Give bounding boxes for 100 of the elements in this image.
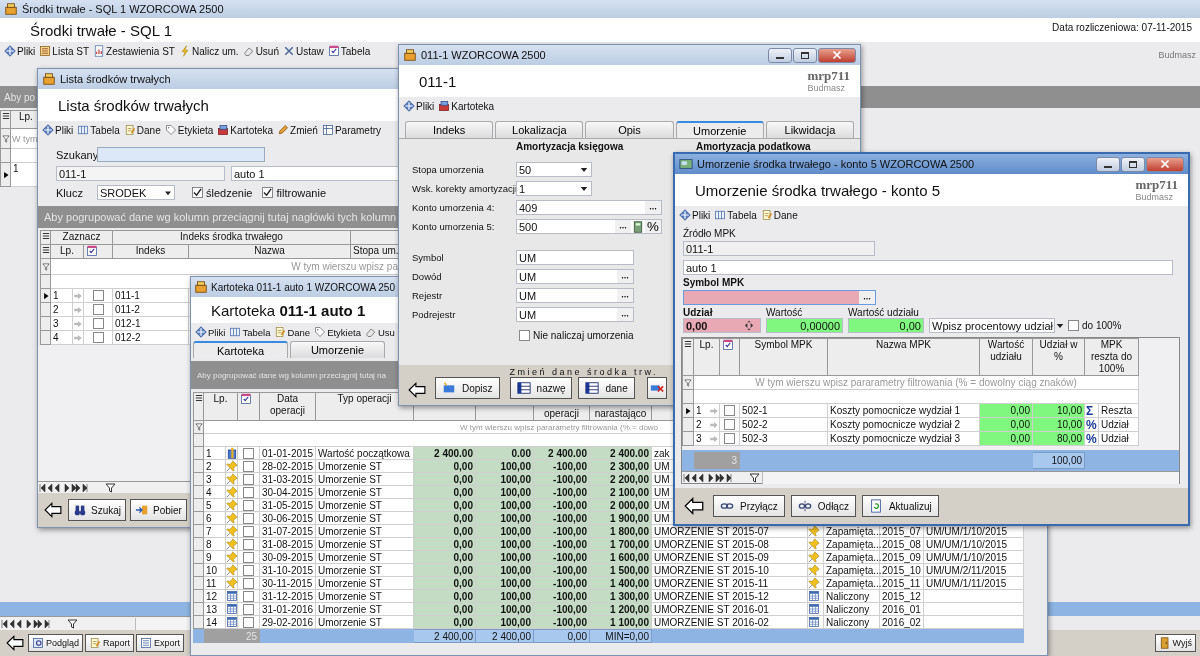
checkbox[interactable] [243,603,254,615]
tab[interactable]: Opis [585,121,674,138]
checkbox[interactable] [519,330,530,341]
toolbar-button[interactable]: Nalicz um. [178,45,239,57]
toolbar-button[interactable]: Lista ST [39,45,90,57]
share-amount-field[interactable]: 0,00 [848,318,924,333]
search-field[interactable] [97,147,265,162]
button[interactable]: dane [578,377,635,399]
toolbar-button[interactable]: Zmień [277,124,318,136]
navigator-buttons-drawing[interactable] [682,472,762,483]
toolbar-button[interactable]: Usuń [242,45,279,57]
toolbar-button[interactable]: Kartoteka [438,100,495,112]
share-field[interactable]: 0,00 [683,318,761,333]
add-button[interactable]: Dopisz [435,377,500,399]
checkbox[interactable] [192,187,203,198]
button[interactable]: Aktualizuj [861,495,939,517]
name-field[interactable]: auto 1 [231,166,399,181]
checkbox[interactable] [724,433,735,445]
back-arrow-icon[interactable] [4,634,26,652]
toolbar-button[interactable]: Parametry [321,124,382,136]
checkbox[interactable] [243,577,254,589]
input-field[interactable]: UM [516,250,634,265]
toolbar-button[interactable]: Tabela [327,45,371,57]
checkbox[interactable] [243,460,254,472]
index-field[interactable]: 011-1 [56,166,225,181]
checkbox[interactable] [243,564,254,576]
checkbox[interactable] [724,405,735,417]
close-button[interactable] [1146,156,1184,172]
button[interactable]: Odłącz [790,495,856,517]
tab[interactable]: Umorzenie [290,341,385,358]
calculator-icon[interactable] [632,220,644,233]
delete-button[interactable] [646,377,667,399]
dropdown[interactable]: 1 [516,181,592,196]
toolbar-button[interactable]: Tabela [229,326,271,338]
toolbar-button[interactable]: Etykieta [164,124,214,136]
toolbar-button[interactable]: Pliki [403,100,435,112]
button[interactable]: Wyjś [1154,634,1196,652]
lookup-button[interactable] [617,308,633,321]
button[interactable]: Przyłącz [713,495,785,517]
checkbox[interactable] [243,499,254,511]
amount-field[interactable]: 0,00000 [766,318,843,333]
toolbar-button[interactable]: Tabela [714,209,757,221]
input-field[interactable]: 409 [516,200,662,215]
toolbar-button[interactable]: Ustaw [283,45,324,57]
toolbar-button[interactable]: Etykieta [314,326,361,338]
lookup-button[interactable] [859,291,875,304]
checkbox[interactable] [243,512,254,524]
button[interactable]: Podgląd [28,634,84,652]
minimize-button[interactable] [768,47,792,63]
checkbox[interactable] [243,473,254,485]
lookup-button[interactable] [617,289,633,302]
dropdown[interactable]: 50 [516,162,592,177]
checkbox[interactable] [92,332,104,344]
source-name-field[interactable]: auto 1 [683,260,1173,275]
tab[interactable]: Lokalizacja [495,121,584,138]
lookup-button[interactable] [617,270,633,283]
navigator-buttons-drawing[interactable] [0,618,80,629]
toolbar-button[interactable]: Tabela [77,124,120,136]
toolbar-button[interactable]: Dane [274,326,311,338]
source-code-field[interactable]: 011-1 [683,241,875,256]
navigator-buttons-drawing[interactable] [38,482,118,493]
checkbox[interactable] [724,419,735,431]
checkbox[interactable] [92,290,104,302]
toolbar-button[interactable]: Pliki [4,45,36,57]
toolbar-button[interactable]: Pliki [679,209,711,221]
input-field[interactable]: 500 % [516,219,662,234]
lookup-button[interactable] [645,201,661,214]
checkbox[interactable] [1068,320,1079,331]
button[interactable]: Szukaj [68,499,126,521]
toolbar-button[interactable]: Usu [364,326,395,338]
toolbar-button[interactable]: Dane [760,209,798,221]
tab[interactable]: Indeks [405,121,494,138]
checkbox[interactable] [243,447,254,459]
tab[interactable]: Kartoteka [193,341,288,358]
button[interactable]: Export [136,634,185,652]
button[interactable]: nazwę [509,377,573,399]
lookup-button[interactable] [615,220,631,233]
key-dropdown[interactable]: SRODEK [97,185,175,200]
checkbox[interactable] [243,616,254,628]
checkbox[interactable] [243,486,254,498]
close-button[interactable] [818,47,856,63]
button[interactable]: Raport [85,634,135,652]
checkbox[interactable] [243,590,254,602]
checkbox[interactable] [92,304,104,316]
input-field[interactable]: UM [516,288,634,303]
button[interactable]: Pobier [130,499,187,521]
tab[interactable]: Likwidacja [765,121,854,138]
minimize-button[interactable] [1096,156,1120,172]
input-field[interactable]: UM [516,269,634,284]
checkbox[interactable] [243,551,254,563]
toolbar-button[interactable]: Zestawienia ST [93,45,175,57]
checkbox[interactable] [262,187,274,198]
tab[interactable]: Umorzenie [675,121,764,138]
toolbar-button[interactable]: Kartoteka [217,124,274,136]
maximize-button[interactable] [793,47,817,63]
toolbar-button[interactable]: Pliki [195,326,226,338]
symbol-field[interactable] [683,290,876,305]
toolbar-button[interactable]: Dane [123,124,161,136]
checkbox[interactable] [92,318,104,330]
checkbox[interactable] [243,538,254,550]
